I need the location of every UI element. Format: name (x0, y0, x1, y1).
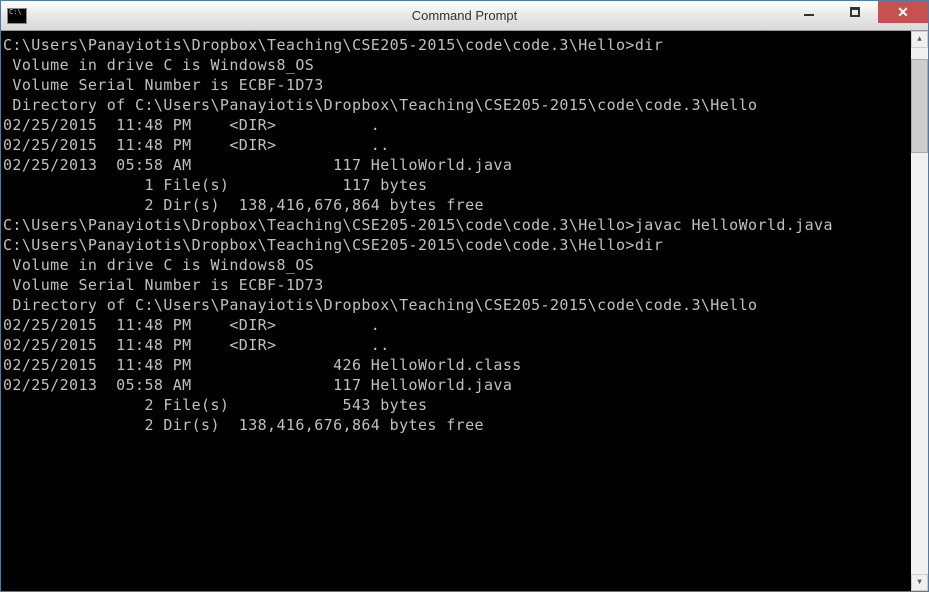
terminal-line: 02/25/2015 11:48 PM <DIR> .. (3, 335, 909, 355)
terminal-line: Volume Serial Number is ECBF-1D73 (3, 275, 909, 295)
maximize-button[interactable] (832, 1, 878, 23)
terminal-line: Volume in drive C is Windows8_OS (3, 255, 909, 275)
terminal-line: Volume in drive C is Windows8_OS (3, 55, 909, 75)
window-controls: ✕ (786, 1, 928, 30)
terminal-line: Directory of C:\Users\Panayiotis\Dropbox… (3, 95, 909, 115)
terminal-line: 2 Dir(s) 138,416,676,864 bytes free (3, 195, 909, 215)
terminal-line: C:\Users\Panayiotis\Dropbox\Teaching\CSE… (3, 215, 909, 235)
minimize-icon (804, 14, 814, 16)
close-icon: ✕ (897, 4, 909, 21)
scroll-down-button[interactable]: ▼ (911, 574, 928, 591)
terminal-line: C:\Users\Panayiotis\Dropbox\Teaching\CSE… (3, 35, 909, 55)
close-button[interactable]: ✕ (878, 1, 928, 23)
vertical-scrollbar[interactable]: ▲ ▼ (911, 31, 928, 591)
scroll-thumb[interactable] (911, 59, 928, 154)
window-title: Command Prompt (412, 8, 517, 23)
terminal-line: 02/25/2015 11:48 PM <DIR> . (3, 115, 909, 135)
maximize-icon (850, 7, 860, 17)
terminal-line: Volume Serial Number is ECBF-1D73 (3, 75, 909, 95)
terminal-line: 02/25/2013 05:58 AM 117 HelloWorld.java (3, 375, 909, 395)
scroll-up-button[interactable]: ▲ (911, 31, 928, 48)
minimize-button[interactable] (786, 1, 832, 23)
terminal-line: 02/25/2013 05:58 AM 117 HelloWorld.java (3, 155, 909, 175)
terminal-line: Directory of C:\Users\Panayiotis\Dropbox… (3, 295, 909, 315)
terminal-line: 2 File(s) 543 bytes (3, 395, 909, 415)
terminal-area: C:\Users\Panayiotis\Dropbox\Teaching\CSE… (1, 31, 928, 591)
terminal-line: 02/25/2015 11:48 PM <DIR> .. (3, 135, 909, 155)
terminal-output[interactable]: C:\Users\Panayiotis\Dropbox\Teaching\CSE… (1, 31, 911, 591)
terminal-line: C:\Users\Panayiotis\Dropbox\Teaching\CSE… (3, 235, 909, 255)
terminal-line: 1 File(s) 117 bytes (3, 175, 909, 195)
titlebar[interactable]: Command Prompt ✕ (1, 1, 928, 31)
terminal-line: 02/25/2015 11:48 PM <DIR> . (3, 315, 909, 335)
scroll-track[interactable] (911, 48, 928, 574)
command-prompt-window: Command Prompt ✕ C:\Users\Panayiotis\Dro… (0, 0, 929, 592)
cmd-icon (7, 8, 27, 24)
terminal-line: 2 Dir(s) 138,416,676,864 bytes free (3, 415, 909, 435)
terminal-line: 02/25/2015 11:48 PM 426 HelloWorld.class (3, 355, 909, 375)
